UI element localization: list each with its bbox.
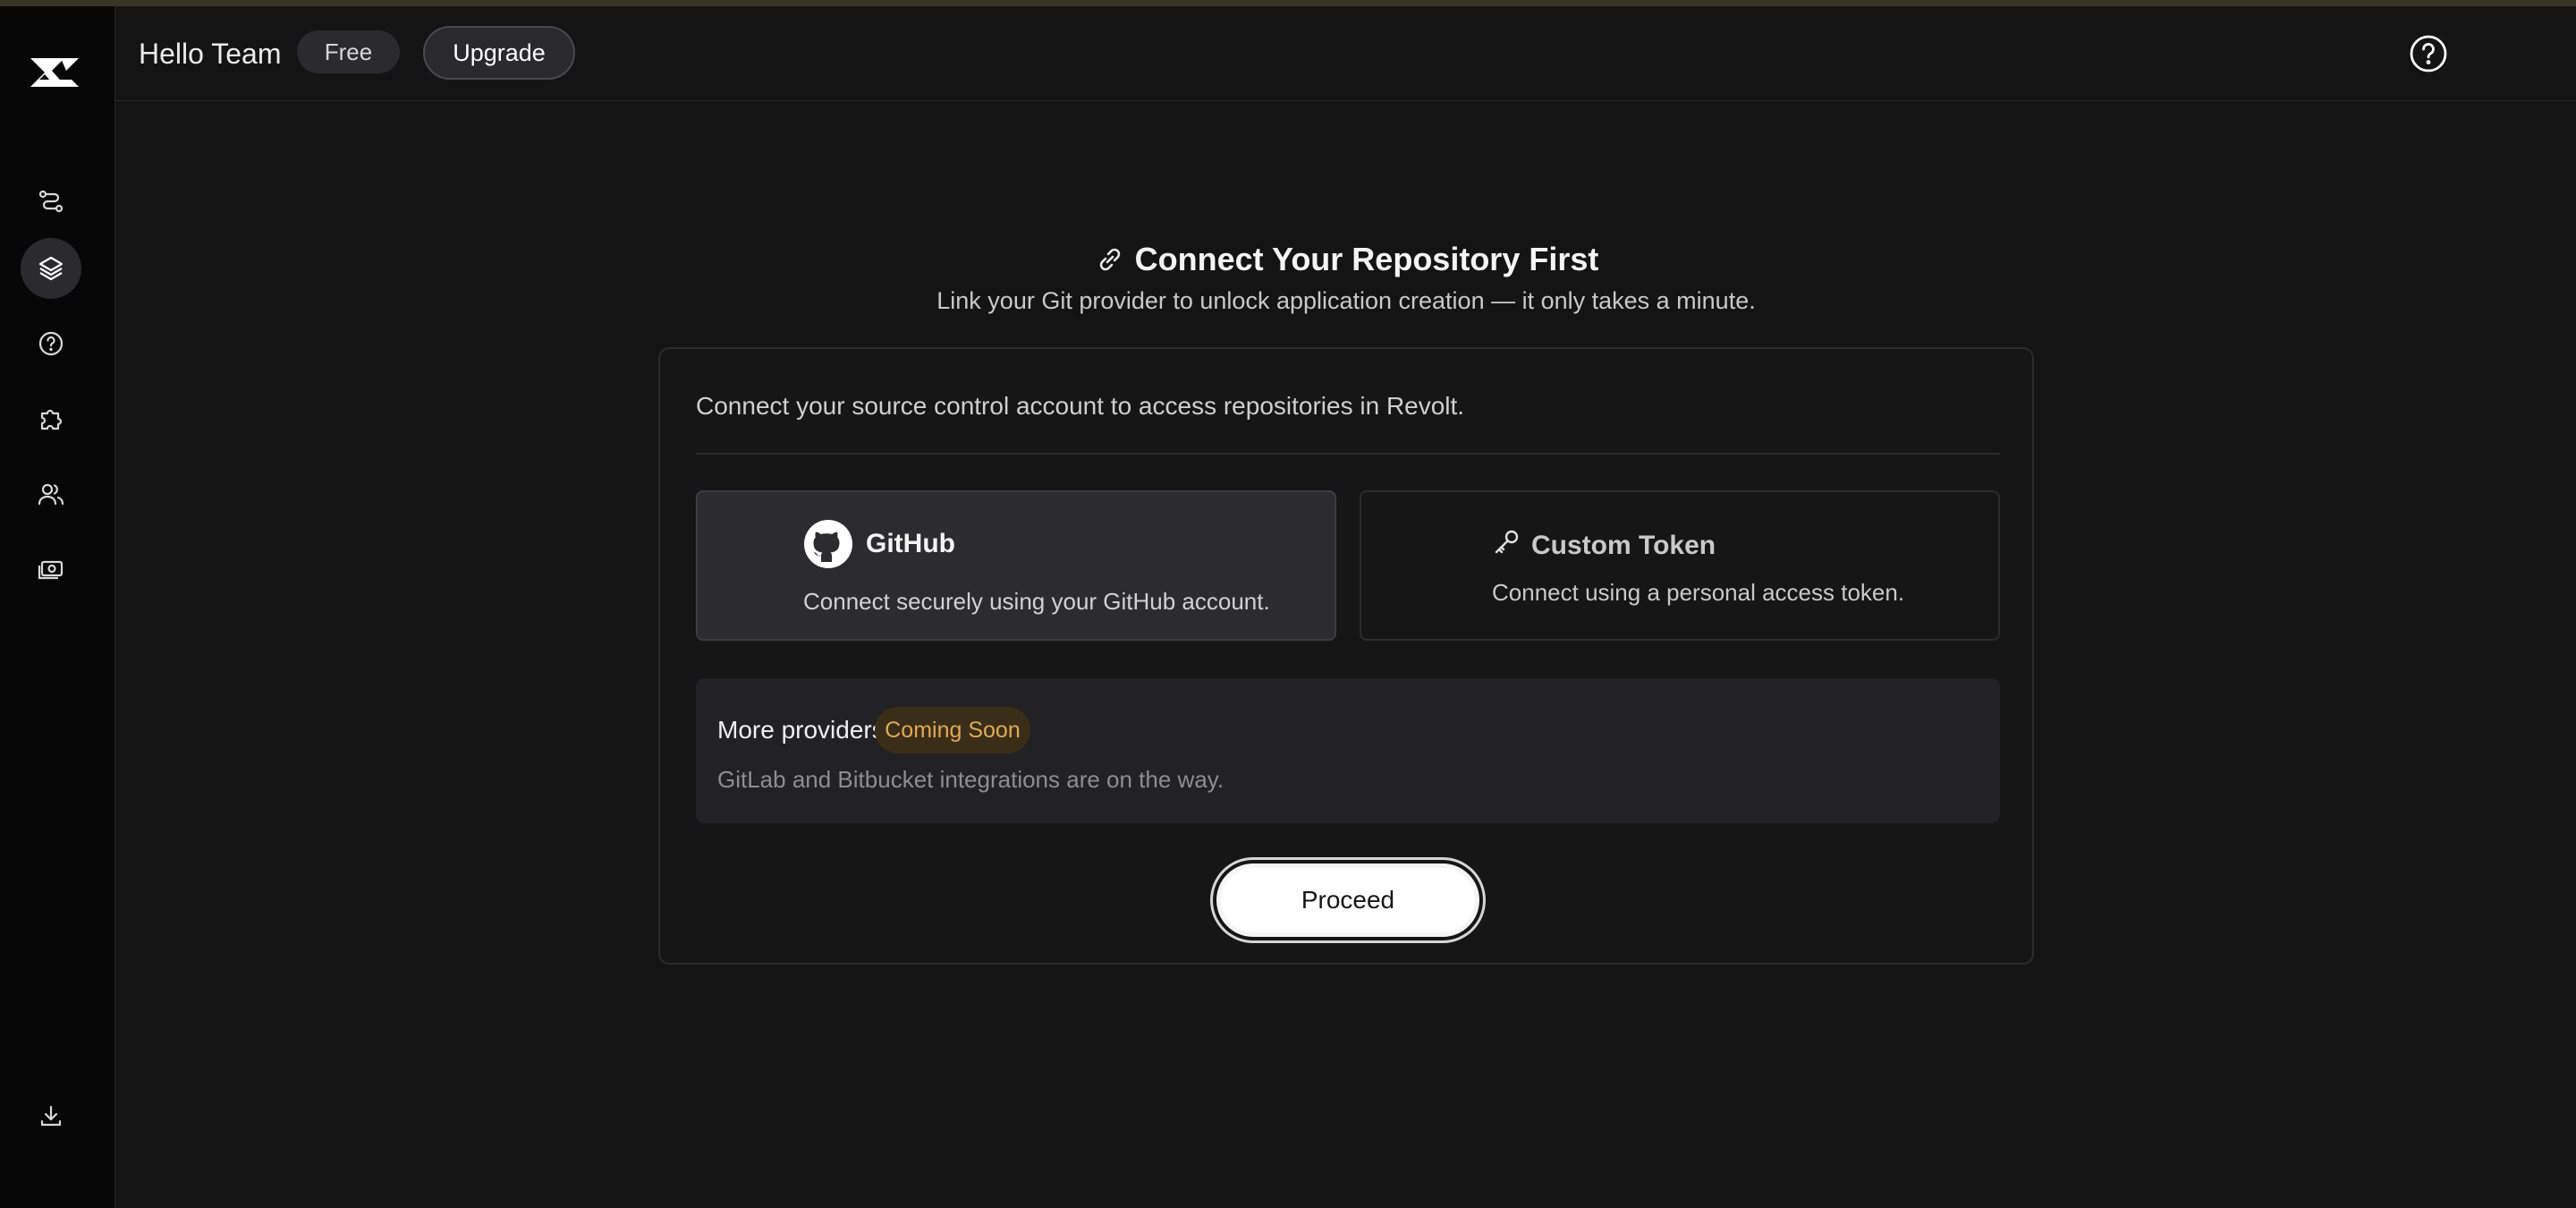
more-providers-description: GitLab and Bitbucket integrations are on… bbox=[717, 766, 1224, 793]
divider bbox=[696, 453, 2000, 455]
team-name: Hello Team bbox=[139, 38, 282, 70]
key-icon bbox=[1495, 530, 1519, 554]
more-providers-panel: More providers Coming Soon GitLab and Bi… bbox=[696, 678, 2000, 823]
coming-soon-badge: Coming Soon bbox=[875, 707, 1030, 753]
app-logo[interactable] bbox=[25, 42, 89, 92]
puzzle-icon bbox=[40, 409, 63, 430]
billing-icon bbox=[38, 560, 64, 580]
custom-token-title: Custom Token bbox=[1531, 531, 1716, 560]
sidebar-item-integrations[interactable] bbox=[21, 388, 81, 449]
github-description: Connect securely using your GitHub accou… bbox=[803, 588, 1270, 615]
connect-card: Connect your source control account to a… bbox=[658, 347, 2034, 965]
proceed-button[interactable]: Proceed bbox=[1216, 863, 1479, 937]
page-title: Connect Your Repository First bbox=[0, 238, 2576, 286]
sidebar-item-team[interactable] bbox=[21, 464, 81, 524]
routes-icon bbox=[38, 190, 64, 213]
sidebar-item-billing[interactable] bbox=[21, 539, 81, 600]
github-title: GitHub bbox=[866, 529, 955, 558]
sidebar-item-routes[interactable] bbox=[21, 171, 81, 232]
custom-token-option[interactable]: Custom Token Connect using a personal ac… bbox=[1360, 490, 2000, 641]
logo-icon bbox=[30, 58, 79, 87]
sidebar-item-help[interactable] bbox=[21, 313, 81, 374]
top-bar: Hello Team Free Upgrade RT bbox=[115, 6, 2576, 101]
question-circle-icon bbox=[38, 331, 64, 356]
help-button[interactable] bbox=[2408, 33, 2449, 74]
window-top-border bbox=[0, 0, 2576, 6]
more-providers-title: More providers bbox=[717, 716, 885, 744]
link-icon bbox=[1099, 248, 1120, 271]
users-icon bbox=[38, 483, 64, 506]
custom-token-description: Connect using a personal access token. bbox=[1492, 579, 1905, 606]
page-subtitle: Link your Git provider to unlock applica… bbox=[936, 287, 1756, 314]
plan-badge: Free bbox=[297, 30, 400, 73]
download-icon bbox=[40, 1105, 62, 1127]
download-button[interactable] bbox=[21, 1085, 81, 1146]
card-description: Connect your source control account to a… bbox=[696, 392, 1465, 420]
github-icon bbox=[804, 520, 852, 568]
sidebar bbox=[0, 6, 115, 1208]
github-option[interactable]: GitHub Connect securely using your GitHu… bbox=[696, 490, 1336, 641]
help-icon bbox=[2410, 35, 2447, 72]
page-title-text: Connect Your Repository First bbox=[1134, 241, 1599, 277]
upgrade-button[interactable]: Upgrade bbox=[423, 26, 575, 80]
